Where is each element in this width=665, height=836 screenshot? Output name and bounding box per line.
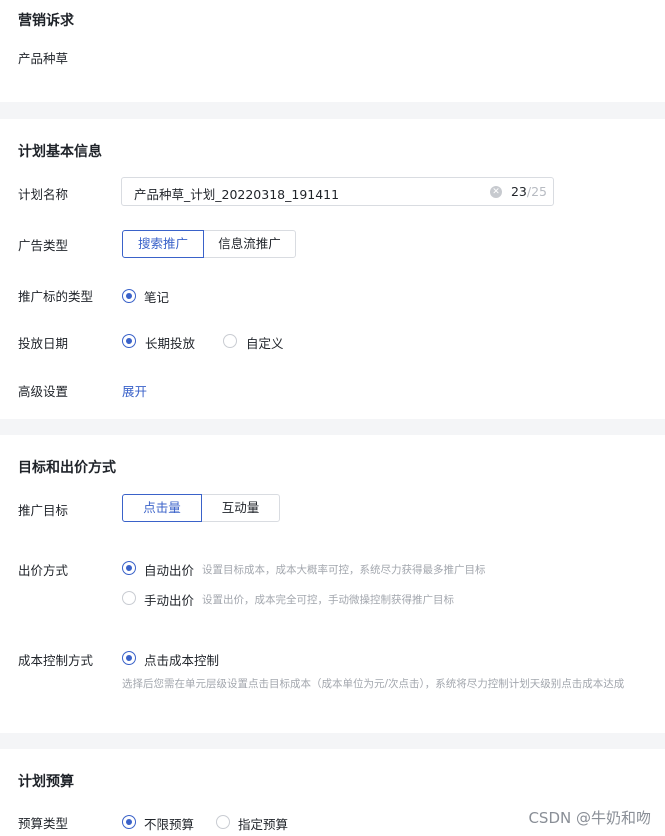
- budget-type-label: 预算类型: [18, 816, 69, 831]
- goal-option-clicks[interactable]: 点击量: [122, 494, 202, 522]
- bid-option-auto[interactable]: 自动出价: [144, 560, 194, 579]
- bid-option-manual-desc: 设置出价，成本完全可控，手动微操控制获得推广目标: [202, 594, 454, 606]
- budget-title: 计划预算: [18, 774, 74, 790]
- radio-unchecked-icon[interactable]: [223, 334, 237, 348]
- delivery-date-label: 投放日期: [18, 336, 69, 351]
- delivery-option-long-term[interactable]: 长期投放: [145, 333, 195, 352]
- budget-option-specified[interactable]: 指定预算: [238, 814, 288, 833]
- plan-name-value: 产品种草_计划_20220318_191411: [134, 187, 340, 202]
- marketing-card: 营销诉求 产品种草: [0, 0, 665, 102]
- radio-checked-icon[interactable]: [122, 561, 136, 575]
- watermark-text: CSDN @牛奶和吻: [528, 809, 651, 827]
- ad-type-option-feed[interactable]: 信息流推广: [203, 230, 296, 258]
- bid-option-auto-desc: 设置目标成本，成本大概率可控，系统尽力获得最多推广目标: [202, 564, 486, 576]
- char-count-max: 25: [531, 184, 547, 199]
- advanced-expand-link[interactable]: 展开: [122, 381, 147, 400]
- goal-bid-title: 目标和出价方式: [18, 460, 116, 476]
- radio-unchecked-icon[interactable]: [122, 591, 136, 605]
- radio-checked-icon[interactable]: [122, 651, 136, 665]
- promotion-goal-label: 推广目标: [18, 503, 69, 518]
- marketing-title: 营销诉求: [18, 13, 74, 29]
- target-type-label: 推广标的类型: [18, 289, 94, 304]
- bid-option-manual[interactable]: 手动出价: [144, 590, 194, 609]
- goal-bid-card: 目标和出价方式 推广目标 点击量 互动量 出价方式 自动出价 设置目标成本，成本…: [0, 435, 665, 733]
- bid-method-label: 出价方式: [18, 563, 69, 578]
- radio-checked-icon[interactable]: [122, 289, 136, 303]
- marketing-value: 产品种草: [18, 51, 69, 66]
- delivery-option-custom[interactable]: 自定义: [246, 333, 284, 352]
- radio-checked-icon[interactable]: [122, 334, 136, 348]
- plan-name-input[interactable]: 产品种草_计划_20220318_191411 ✕ 23/25: [121, 177, 554, 206]
- radio-unchecked-icon[interactable]: [216, 815, 230, 829]
- char-counter: 23/25: [511, 184, 547, 199]
- goal-option-interactions[interactable]: 互动量: [201, 494, 280, 522]
- plan-name-label: 计划名称: [18, 187, 69, 202]
- cost-control-option-click[interactable]: 点击成本控制: [144, 650, 219, 669]
- basic-info-card: 计划基本信息 计划名称 产品种草_计划_20220318_191411 ✕ 23…: [0, 119, 665, 419]
- radio-checked-icon[interactable]: [122, 815, 136, 829]
- budget-option-unlimited[interactable]: 不限预算: [144, 814, 194, 833]
- advanced-settings-label: 高级设置: [18, 384, 69, 399]
- cost-control-desc: 选择后您需在单元层级设置点击目标成本（成本单位为元/次点击），系统将尽力控制计划…: [122, 678, 625, 690]
- basic-info-title: 计划基本信息: [18, 144, 102, 160]
- char-count-current: 23: [510, 184, 527, 199]
- target-type-option-note[interactable]: 笔记: [144, 287, 169, 306]
- ad-type-option-search[interactable]: 搜索推广: [122, 230, 204, 258]
- cost-control-label: 成本控制方式: [18, 653, 94, 668]
- clear-icon[interactable]: ✕: [490, 186, 502, 198]
- ad-type-label: 广告类型: [18, 238, 69, 253]
